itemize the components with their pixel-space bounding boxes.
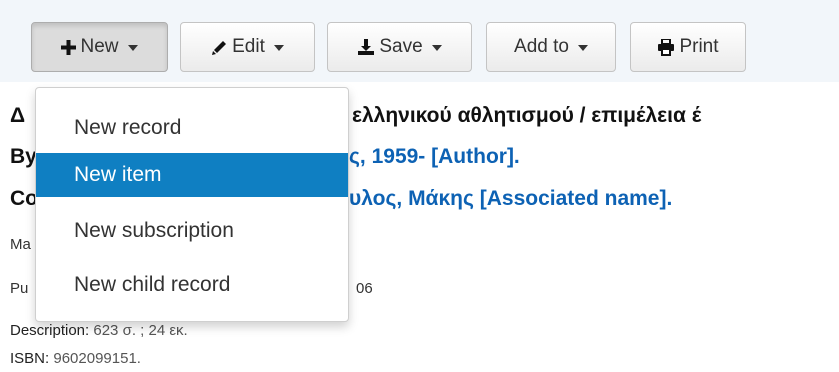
download-icon	[357, 38, 375, 56]
publisher-label: Pu	[10, 280, 29, 297]
menu-item-new-item[interactable]: New item	[36, 153, 348, 197]
chevron-down-icon	[577, 45, 588, 51]
page-root: New Edit Save Add to Print Δ ελληνικού α…	[0, 0, 839, 372]
record-title-start: Δ	[10, 104, 26, 127]
chevron-down-icon	[431, 45, 442, 51]
print-button-label: Print	[679, 36, 719, 57]
description-row: Description: 623 σ. ; 24 εκ.	[10, 322, 188, 339]
chevron-down-icon	[273, 45, 284, 51]
save-button-label: Save	[379, 36, 423, 57]
isbn-row: ISBN: 9602099151.	[10, 350, 141, 367]
add-to-button[interactable]: Add to	[486, 22, 616, 72]
edit-button-label: Edit	[232, 36, 265, 57]
menu-item-new-record[interactable]: New record	[36, 106, 348, 150]
print-button[interactable]: Print	[630, 22, 746, 72]
material-type-label: Ma	[10, 236, 31, 253]
pencil-icon	[211, 39, 228, 56]
save-button[interactable]: Save	[327, 22, 472, 72]
new-button[interactable]: New	[31, 22, 168, 72]
menu-item-new-child-record[interactable]: New child record	[36, 263, 348, 307]
isbn-label: ISBN:	[10, 350, 50, 367]
chevron-down-icon	[127, 45, 138, 51]
menu-item-new-subscription[interactable]: New subscription	[36, 209, 348, 253]
new-button-label: New	[80, 36, 119, 57]
plus-icon	[61, 39, 77, 55]
author-prefix: By	[10, 145, 37, 168]
author-link[interactable]: ς, 1959- [Author].	[349, 145, 520, 169]
toolbar: New Edit Save Add to Print	[0, 0, 839, 82]
new-dropdown-menu: New record New item New subscription New…	[35, 87, 349, 322]
associated-name-link[interactable]: υλος, Μάκης [Associated name].	[349, 187, 672, 211]
description-value: 623 σ. ; 24 εκ.	[93, 322, 188, 339]
publisher-value: 06	[356, 280, 373, 297]
edit-button[interactable]: Edit	[180, 22, 315, 72]
printer-icon	[657, 38, 675, 56]
add-to-button-label: Add to	[514, 36, 569, 57]
record-title: ελληνικού αθλητισμού / επιμέλεια έ	[352, 104, 702, 127]
contributor-prefix: Co	[10, 187, 38, 210]
description-label: Description:	[10, 322, 90, 339]
isbn-value: 9602099151.	[53, 350, 141, 367]
